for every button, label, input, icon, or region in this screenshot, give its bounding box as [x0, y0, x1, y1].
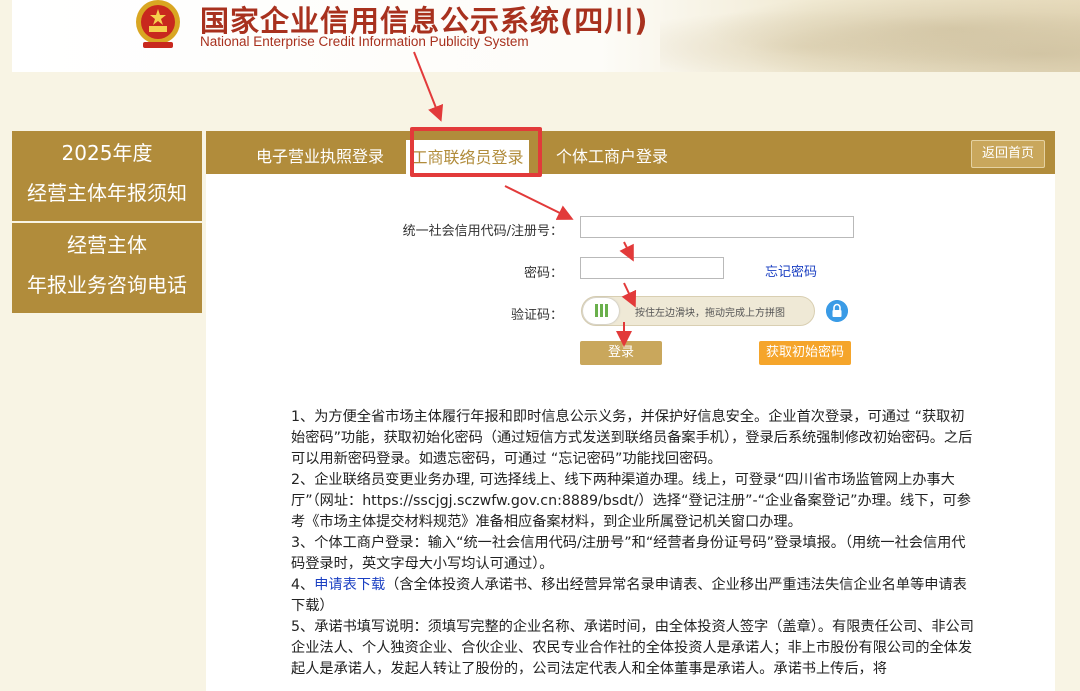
note-4: 4、申请表下载（含全体投资人承诺书、移出经营异常名录申请表、企业移出严重违法失信…	[291, 575, 976, 617]
login-button[interactable]: 登录	[580, 341, 662, 365]
note-3: 3、个体工商户登录：输入“统一社会信用代码/注册号”和“经营者身份证号码”登录填…	[291, 535, 966, 572]
sidebar-item-line1: 2025年度	[61, 141, 153, 165]
sidebar-item-line2: 年报业务咨询电话	[27, 273, 187, 297]
sidebar-item-line2: 经营主体年报须知	[27, 181, 187, 205]
captcha-label: 验证码：	[510, 308, 563, 323]
note-1: 1、为方便全省市场主体履行年报和即时信息公示义务，并保护好信息安全。企业首次登录…	[291, 409, 973, 467]
back-home-button[interactable]: 返回首页	[971, 140, 1045, 168]
slider-hint: 按住左边滑块，拖动完成上方拼图	[635, 308, 785, 319]
lock-icon	[826, 300, 848, 322]
note-4-suffix: （含全体投资人承诺书、移出经营异常名录申请表、企业移出严重违法失信企业名单等申请…	[291, 577, 967, 614]
password-label: 密码：	[523, 266, 563, 281]
note-4-prefix: 4、	[291, 577, 315, 593]
slider-handle[interactable]	[583, 298, 619, 324]
note-5: 5、承诺书填写说明：须填写完整的企业名称、承诺时间，由全体投资人签字（盖章）。有…	[291, 619, 974, 677]
credit-code-label: 统一社会信用代码/注册号：	[402, 224, 563, 239]
tab-liaison-login[interactable]: 工商联络员登录	[406, 140, 529, 174]
tab-bar: 电子营业执照登录 工商联络员登录 个体工商户登录 返回首页	[206, 131, 1055, 174]
sidebar-item-line1: 经营主体	[67, 233, 147, 257]
password-input[interactable]	[580, 257, 724, 279]
site-header: 国家企业信用信息公示系统(四川) National Enterprise Cre…	[12, 0, 1080, 72]
site-subtitle: National Enterprise Credit Information P…	[200, 34, 529, 49]
note-2: 2、企业联络员变更业务办理, 可选择线上、线下两种渠道办理。线上，可登录“四川省…	[291, 472, 971, 530]
tab-e-license-login[interactable]: 电子营业执照登录	[248, 142, 392, 174]
sidebar-item-consult-phone[interactable]: 经营主体 年报业务咨询电话	[12, 223, 202, 313]
header-mountain-decoration	[660, 0, 1080, 72]
application-form-download-link[interactable]: 申请表下载	[314, 577, 385, 593]
national-emblem-icon	[136, 0, 180, 48]
login-panel: 电子营业执照登录 工商联络员登录 个体工商户登录 返回首页 统一社会信用代码/注…	[206, 127, 1055, 691]
get-initial-password-button[interactable]: 获取初始密码	[759, 341, 851, 365]
credit-code-input[interactable]	[580, 216, 854, 238]
login-notes: 1、为方便全省市场主体履行年报和即时信息公示义务，并保护好信息安全。企业首次登录…	[291, 407, 976, 680]
sidebar-item-annual-report-notice[interactable]: 2025年度 经营主体年报须知	[12, 131, 202, 221]
forgot-password-link[interactable]: 忘记密码	[765, 261, 817, 280]
captcha-slider[interactable]: 按住左边滑块，拖动完成上方拼图	[581, 296, 815, 326]
tab-individual-login[interactable]: 个体工商户登录	[548, 142, 676, 174]
